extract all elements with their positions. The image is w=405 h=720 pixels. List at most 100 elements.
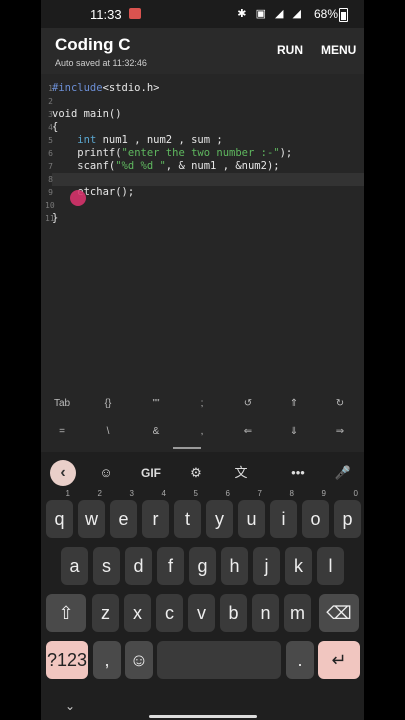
code-line[interactable]: 2 xyxy=(41,95,364,108)
code-line[interactable]: 7 scanf("%d %d ", & num1 , &num2); xyxy=(41,160,364,173)
code-line[interactable]: 9 etchar(); xyxy=(41,186,364,199)
key-hint: 7 xyxy=(257,489,262,498)
extra-key[interactable]: \ xyxy=(93,426,123,437)
extra-key[interactable]: = xyxy=(47,426,77,437)
shift-key[interactable]: ⇧ xyxy=(46,594,86,632)
emoji-key[interactable]: ☺ xyxy=(125,641,153,679)
key-x[interactable]: x xyxy=(124,594,151,632)
extra-key[interactable]: ⇒ xyxy=(325,426,355,437)
code-text: { xyxy=(52,121,59,133)
code-line[interactable]: 5 int num1 , num2 , sum ; xyxy=(41,134,364,147)
sticker-icon[interactable]: ☺ xyxy=(94,461,118,485)
code-line[interactable]: 3 void main() xyxy=(41,108,364,121)
extra-key[interactable]: ⇑ xyxy=(279,398,309,409)
gif-button[interactable]: GIF xyxy=(139,461,163,485)
key-z[interactable]: z xyxy=(92,594,119,632)
status-bar: 11:33 ✱ ▣ ◢ ◢ 68% xyxy=(41,0,364,28)
extra-key[interactable]: ↺ xyxy=(233,398,263,409)
code-text: scanf("%d %d ", & num1 , &num2); xyxy=(52,160,280,172)
extra-key[interactable]: & xyxy=(141,426,171,437)
key-l[interactable]: l xyxy=(317,547,344,585)
key-r[interactable]: r4 xyxy=(142,489,169,538)
extra-key[interactable]: ⇓ xyxy=(279,426,309,437)
more-icon[interactable]: ••• xyxy=(286,461,310,485)
key-hint: 6 xyxy=(225,489,230,498)
run-button[interactable]: RUN xyxy=(277,43,303,57)
code-editor[interactable]: 1 #include<stdio.h> 2 3 void main() 4{5 int n… xyxy=(41,76,364,386)
key-h[interactable]: h xyxy=(221,547,248,585)
soft-keyboard xyxy=(41,452,364,720)
drag-handle[interactable] xyxy=(173,447,201,449)
extra-key[interactable]: , xyxy=(187,426,217,437)
key-m[interactable]: m xyxy=(284,594,311,632)
autosave-status: Auto saved at 11:32:46 xyxy=(55,58,147,68)
screen-record-icon xyxy=(129,8,141,19)
key-v[interactable]: v xyxy=(188,594,215,632)
mic-icon[interactable]: 🎤 xyxy=(331,461,355,485)
code-line[interactable]: 6 printf("enter the two number :-"); xyxy=(41,147,364,160)
line-number: 2 xyxy=(48,97,53,106)
space-bar[interactable] xyxy=(157,641,281,679)
key-y[interactable]: y6 xyxy=(206,489,233,538)
symbols-key[interactable]: ?123 xyxy=(46,641,88,679)
code-text: } xyxy=(52,212,59,224)
key-hint: 3 xyxy=(129,489,134,498)
key-t[interactable]: t5 xyxy=(174,489,201,538)
extra-key[interactable]: ↻ xyxy=(325,398,355,409)
key-j[interactable]: j xyxy=(253,547,280,585)
key-n[interactable]: n xyxy=(252,594,279,632)
key-hint: 4 xyxy=(161,489,166,498)
key-k[interactable]: k xyxy=(285,547,312,585)
key-hint: 5 xyxy=(193,489,198,498)
code-line[interactable]: 4{ xyxy=(41,121,364,134)
code-line[interactable]: 8 xyxy=(41,173,364,186)
key-e[interactable]: e3 xyxy=(110,489,137,538)
key-d[interactable]: d xyxy=(125,547,152,585)
key-s[interactable]: s xyxy=(93,547,120,585)
code-text: printf("enter the two number :-"); xyxy=(52,147,293,159)
app-title: Coding C xyxy=(55,35,131,54)
key-w[interactable]: w2 xyxy=(78,489,105,538)
phone-screen: 11:33 ✱ ▣ ◢ ◢ 68% Coding C Auto saved at… xyxy=(41,0,364,720)
line-number: 8 xyxy=(48,175,53,184)
key-p[interactable]: p0 xyxy=(334,489,361,538)
translate-icon[interactable]: 文 xyxy=(229,461,253,485)
key-hint: 2 xyxy=(97,489,102,498)
code-line[interactable]: 10 xyxy=(41,199,364,212)
back-icon[interactable]: ‹ xyxy=(50,460,76,486)
backspace-key[interactable]: ⌫ xyxy=(319,594,359,632)
extra-key[interactable]: {} xyxy=(93,398,123,409)
line-number: 10 xyxy=(45,201,55,210)
status-icons: ✱ ▣ ◢ ◢ xyxy=(237,8,304,20)
app-bar: Coding C Auto saved at 11:32:46 RUN MENU xyxy=(41,28,364,74)
battery-icon xyxy=(339,8,348,22)
battery-percent: 68% xyxy=(313,7,338,21)
key-c[interactable]: c xyxy=(156,594,183,632)
gesture-nav-bar[interactable] xyxy=(149,715,257,718)
extra-key[interactable]: ; xyxy=(187,398,217,409)
comma-key[interactable]: , xyxy=(93,641,121,679)
extra-key[interactable]: "" xyxy=(141,398,171,409)
key-u[interactable]: u7 xyxy=(238,489,265,538)
extra-keys-bar: Tab {} ""; ↺ ⇑ ↻ = \ &, ⇐ ⇓ ⇒ xyxy=(41,390,364,450)
key-g[interactable]: g xyxy=(189,547,216,585)
key-b[interactable]: b xyxy=(220,594,247,632)
code-text: int num1 , num2 , sum ; xyxy=(77,134,223,146)
code-text: void main() xyxy=(52,108,122,120)
menu-button[interactable]: MENU xyxy=(321,43,356,57)
settings-icon[interactable]: ⚙ xyxy=(184,461,208,485)
key-o[interactable]: o9 xyxy=(302,489,329,538)
key-i[interactable]: i8 xyxy=(270,489,297,538)
extra-key[interactable]: ⇐ xyxy=(233,426,263,437)
hide-keyboard-icon[interactable]: ⌄ xyxy=(65,699,75,713)
key-f[interactable]: f xyxy=(157,547,184,585)
key-hint: 1 xyxy=(65,489,70,498)
enter-key[interactable]: ↵ xyxy=(318,641,360,679)
period-key[interactable]: . xyxy=(286,641,314,679)
code-line[interactable]: 1 #include<stdio.h> xyxy=(41,82,364,95)
code-line[interactable]: 11} xyxy=(41,212,364,225)
extra-key[interactable]: Tab xyxy=(47,398,77,409)
key-a[interactable]: a xyxy=(61,547,88,585)
touch-indicator xyxy=(70,190,86,206)
key-q[interactable]: q1 xyxy=(46,489,73,538)
